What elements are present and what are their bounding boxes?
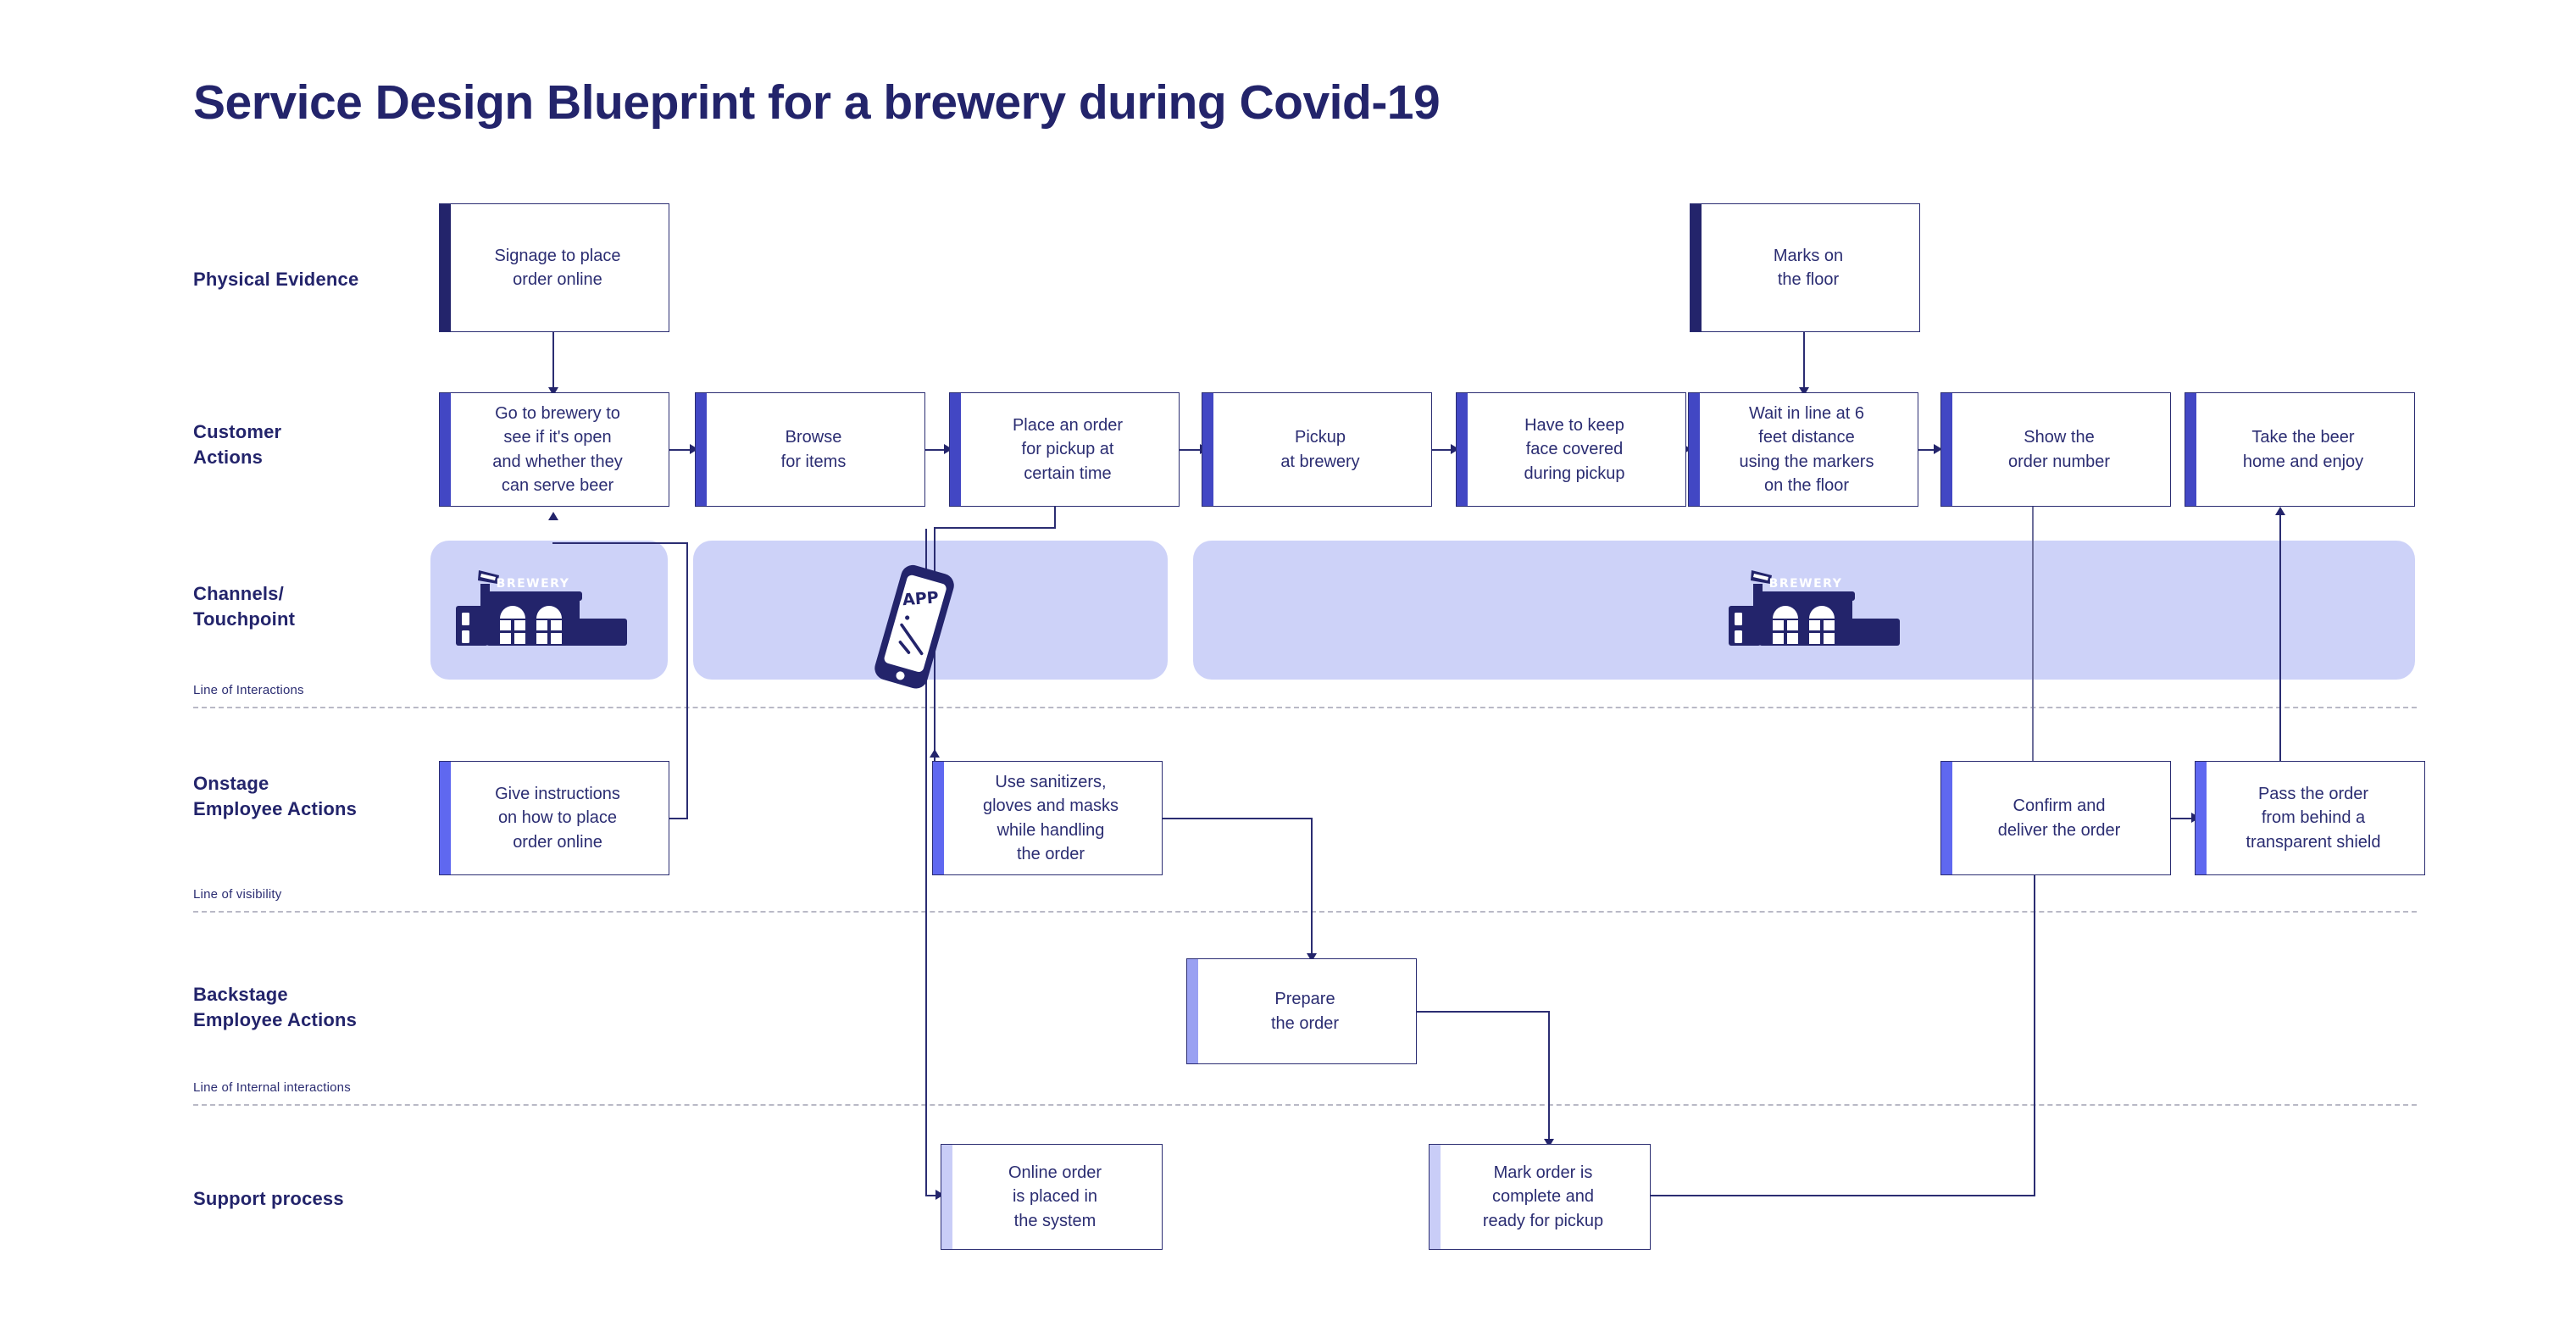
- row-label-customer-actions: Customer Actions: [193, 421, 282, 468]
- box-accent-bar: [933, 762, 944, 874]
- customer-action-text: Go to brewery to see if it's open and wh…: [492, 403, 623, 495]
- connector-oe4-to-ca8-vertical: [2279, 512, 2281, 785]
- support-process-box-mark-order-complete[interactable]: Mark order is complete and ready for pic…: [1429, 1144, 1651, 1250]
- connector-oe1-right: [669, 818, 688, 819]
- connector-oe1-to-ca1: [552, 542, 688, 544]
- customer-action-box-wait-in-line[interactable]: Wait in line at 6 feet distance using th…: [1688, 392, 1918, 507]
- onstage-action-box-give-instructions[interactable]: Give instructions on how to place order …: [439, 761, 669, 875]
- blueprint-canvas: Service Design Blueprint for a brewery d…: [0, 0, 2576, 1321]
- customer-action-text: Show the order number: [2007, 428, 2111, 471]
- box-accent-bar: [1202, 393, 1213, 506]
- customer-action-text: Place an order for pickup at certain tim…: [1012, 415, 1124, 483]
- customer-action-text: Pickup at brewery: [1280, 428, 1360, 471]
- customer-action-box-browse-for-items[interactable]: Browse for items: [695, 392, 925, 507]
- box-accent-bar: [440, 762, 451, 874]
- box-accent-bar: [2185, 393, 2196, 506]
- box-accent-bar: [440, 204, 451, 331]
- onstage-action-text: Confirm and deliver the order: [1997, 796, 2121, 840]
- divider-line-of-interactions: [193, 707, 2417, 708]
- box-accent-bar: [950, 393, 961, 506]
- box-accent-bar: [2196, 762, 2207, 874]
- arrow-oe1-to-ca1: [548, 512, 558, 520]
- brewery-sign-label: BREWERY: [497, 577, 570, 591]
- customer-action-text: Have to keep face covered during pickup: [1524, 415, 1625, 483]
- onstage-action-box-pass-the-order[interactable]: Pass the order from behind a transparent…: [2195, 761, 2425, 875]
- divider-line-of-internal-interactions: [193, 1104, 2417, 1106]
- physical-evidence-text: Marks on the floor: [1773, 246, 1844, 289]
- connector-oe1-vertical: [686, 542, 688, 819]
- row-label-support-process: Support process: [193, 1188, 344, 1209]
- connector-ca3-down: [1054, 507, 1056, 529]
- physical-evidence-text: Signage to place order online: [494, 246, 621, 289]
- row-label-backstage-employee-actions: Backstage Employee Actions: [193, 984, 358, 1030]
- customer-action-text: Wait in line at 6 feet distance using th…: [1739, 403, 1874, 495]
- onstage-action-box-confirm-and-deliver[interactable]: Confirm and deliver the order: [1940, 761, 2171, 875]
- brewery-building-icon: BREWERY: [439, 559, 661, 663]
- divider-caption-line-of-interactions: Line of Interactions: [193, 683, 304, 697]
- app-screen-label: APP: [902, 588, 939, 609]
- page-title: Service Design Blueprint for a brewery d…: [193, 75, 1441, 130]
- box-accent-bar: [1690, 204, 1702, 331]
- divider-caption-line-of-internal-interactions: Line of Internal interactions: [193, 1080, 351, 1095]
- arrow-oe4-to-ca8: [2275, 507, 2285, 515]
- row-label-onstage-employee-actions: Onstage Employee Actions: [193, 773, 358, 819]
- customer-action-box-pickup-at-brewery[interactable]: Pickup at brewery: [1202, 392, 1432, 507]
- connector-sp2-right: [1651, 1195, 2035, 1196]
- brewery-building-icon: BREWERY: [1712, 559, 1934, 663]
- connector-ca7-to-oe3-vertical: [2032, 507, 2034, 783]
- box-accent-bar: [1941, 393, 1952, 506]
- customer-action-box-go-to-brewery[interactable]: Go to brewery to see if it's open and wh…: [439, 392, 669, 507]
- customer-action-box-place-an-order[interactable]: Place an order for pickup at certain tim…: [949, 392, 1180, 507]
- box-accent-bar: [1430, 1145, 1441, 1249]
- row-label-physical-evidence: Physical Evidence: [193, 269, 359, 290]
- connector-oe2-right: [1163, 818, 1312, 819]
- connector-ca3-left: [934, 527, 1056, 529]
- onstage-action-box-use-sanitizers[interactable]: Use sanitizers, gloves and masks while h…: [932, 761, 1163, 875]
- onstage-action-text: Give instructions on how to place order …: [495, 784, 620, 852]
- onstage-action-text: Pass the order from behind a transparent…: [2246, 784, 2381, 852]
- brewery-sign-label: BREWERY: [1769, 577, 1843, 591]
- customer-action-box-show-order-number[interactable]: Show the order number: [1940, 392, 2171, 507]
- row-label-channels-touchpoint: Channels/ Touchpoint: [193, 583, 296, 630]
- support-process-box-online-order[interactable]: Online order is placed in the system: [941, 1144, 1163, 1250]
- support-process-text: Online order is placed in the system: [1008, 1163, 1102, 1230]
- divider-line-of-visibility: [193, 911, 2417, 913]
- backstage-action-box-prepare-the-order[interactable]: Prepare the order: [1186, 958, 1417, 1064]
- customer-action-text: Browse for items: [780, 428, 847, 471]
- connector-sp2-to-oe3-vertical: [2034, 873, 2035, 1196]
- backstage-action-text: Prepare the order: [1270, 990, 1340, 1033]
- box-accent-bar: [1941, 762, 1952, 874]
- box-accent-bar: [1457, 393, 1468, 506]
- box-accent-bar: [1689, 393, 1700, 506]
- box-accent-bar: [440, 393, 451, 506]
- connector-be1-to-sp2-vertical: [1548, 1011, 1550, 1144]
- onstage-action-text: Use sanitizers, gloves and masks while h…: [982, 772, 1119, 863]
- box-accent-bar: [941, 1145, 952, 1249]
- divider-caption-line-of-visibility: Line of visibility: [193, 887, 282, 902]
- customer-action-box-take-beer-home[interactable]: Take the beer home and enjoy: [2185, 392, 2415, 507]
- box-accent-bar: [1187, 959, 1198, 1063]
- customer-action-text: Take the beer home and enjoy: [2242, 428, 2364, 471]
- connector-pe1-to-ca1: [552, 331, 554, 392]
- customer-action-box-keep-face-covered[interactable]: Have to keep face covered during pickup: [1456, 392, 1686, 507]
- connector-pe2-to-ca6: [1803, 331, 1805, 392]
- box-accent-bar: [696, 393, 707, 506]
- physical-evidence-box-signage[interactable]: Signage to place order online: [439, 203, 669, 332]
- mobile-app-phone-icon: APP: [864, 559, 966, 695]
- arrow-ca3-to-oe2: [930, 749, 940, 758]
- physical-evidence-box-marks-on-floor[interactable]: Marks on the floor: [1690, 203, 1920, 332]
- connector-be1-right: [1417, 1011, 1549, 1013]
- support-process-text: Mark order is complete and ready for pic…: [1482, 1163, 1604, 1230]
- connector-oe2-to-be1-vertical: [1311, 818, 1313, 958]
